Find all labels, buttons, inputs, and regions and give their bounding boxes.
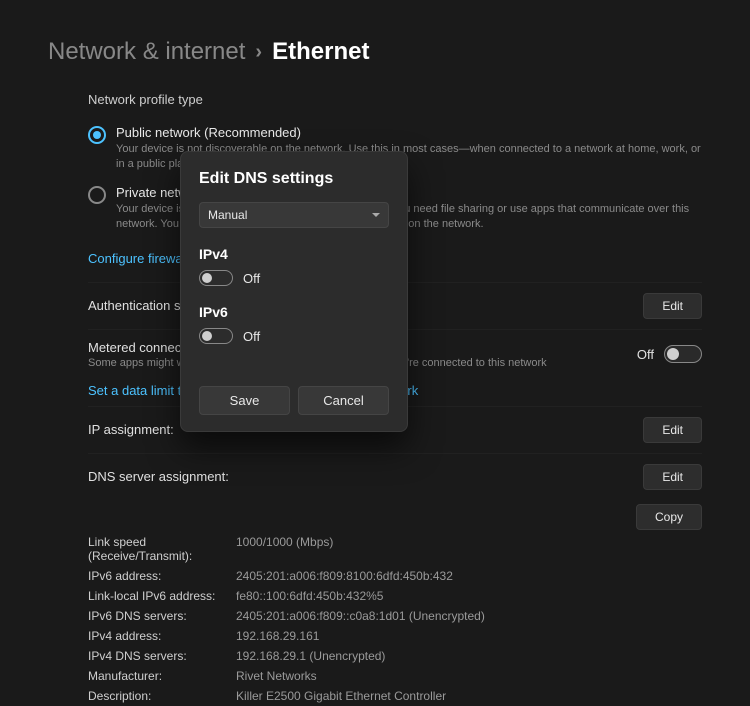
info-ipv6-dns: IPv6 DNS servers: 2405:201:a006:f809::c0… bbox=[88, 606, 702, 626]
chevron-down-icon bbox=[372, 213, 380, 217]
ipv4-toggle[interactable] bbox=[199, 270, 233, 286]
metered-toggle[interactable] bbox=[664, 345, 702, 363]
info-link-local-ipv6: Link-local IPv6 address: fe80::100:6dfd:… bbox=[88, 586, 702, 606]
select-value: Manual bbox=[208, 208, 247, 222]
cancel-button[interactable]: Cancel bbox=[298, 386, 389, 415]
breadcrumb: Network & internet › Ethernet bbox=[0, 0, 750, 86]
row-dns-assignment: DNS server assignment: Edit bbox=[88, 453, 702, 500]
setting-label: IP assignment: bbox=[88, 422, 174, 437]
breadcrumb-current: Ethernet bbox=[272, 38, 369, 66]
copy-button[interactable]: Copy bbox=[636, 504, 702, 530]
radio-label: Public network (Recommended) bbox=[116, 125, 702, 140]
ipv6-header: IPv6 bbox=[199, 304, 389, 320]
edit-button[interactable]: Edit bbox=[643, 417, 702, 443]
toggle-state: Off bbox=[637, 347, 654, 362]
save-button[interactable]: Save bbox=[199, 386, 290, 415]
radio-icon[interactable] bbox=[88, 126, 106, 144]
edit-button[interactable]: Edit bbox=[643, 464, 702, 490]
modal-title: Edit DNS settings bbox=[199, 170, 389, 188]
info-manufacturer: Manufacturer: Rivet Networks bbox=[88, 666, 702, 686]
ipv6-toggle[interactable] bbox=[199, 328, 233, 344]
info-link-speed: Link speed (Receive/Transmit): 1000/1000… bbox=[88, 532, 702, 566]
edit-button[interactable]: Edit bbox=[643, 293, 702, 319]
info-ipv4-address: IPv4 address: 192.168.29.161 bbox=[88, 626, 702, 646]
info-ipv4-dns: IPv4 DNS servers: 192.168.29.1 (Unencryp… bbox=[88, 646, 702, 666]
toggle-state: Off bbox=[243, 329, 260, 344]
dns-mode-select[interactable]: Manual bbox=[199, 202, 389, 228]
info-description: Description: Killer E2500 Gigabit Ethern… bbox=[88, 686, 702, 706]
section-header-profile: Network profile type bbox=[88, 86, 702, 119]
chevron-right-icon: › bbox=[255, 41, 262, 64]
radio-icon[interactable] bbox=[88, 186, 106, 204]
toggle-state: Off bbox=[243, 271, 260, 286]
breadcrumb-parent[interactable]: Network & internet bbox=[48, 38, 245, 66]
ipv4-header: IPv4 bbox=[199, 246, 389, 262]
info-ipv6-address: IPv6 address: 2405:201:a006:f809:8100:6d… bbox=[88, 566, 702, 586]
edit-dns-modal: Edit DNS settings Manual IPv4 Off IPv6 O… bbox=[180, 151, 408, 432]
setting-label: DNS server assignment: bbox=[88, 469, 229, 484]
